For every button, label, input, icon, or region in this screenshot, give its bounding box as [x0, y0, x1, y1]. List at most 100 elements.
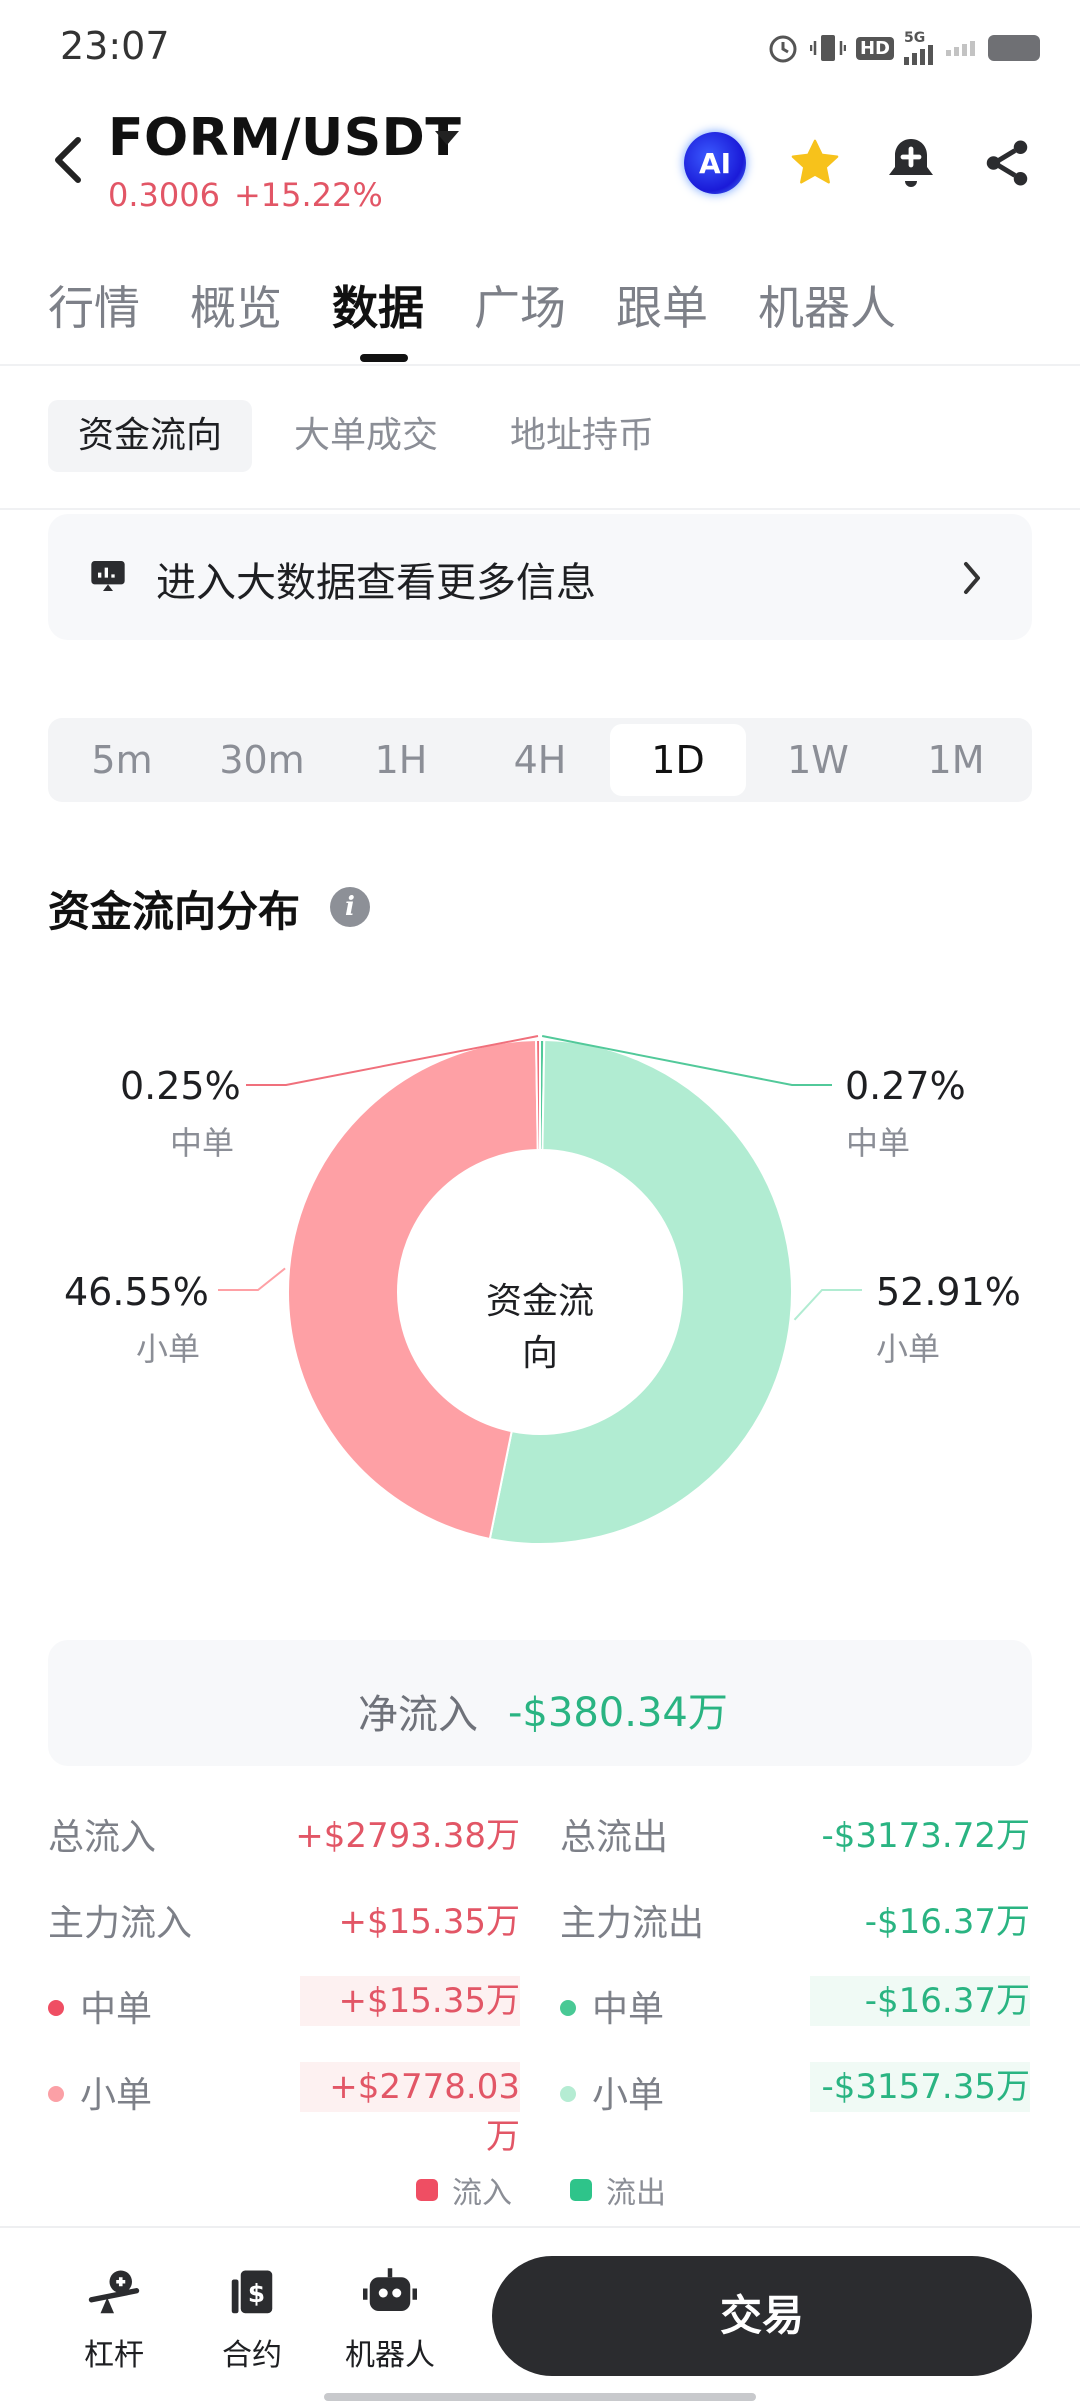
slice-label-in-small-pct: 46.55% — [64, 1270, 209, 1314]
small-outflow-label: 小单 — [592, 2075, 665, 2116]
5g-label: 5G — [904, 30, 926, 46]
subtab-fund-flow[interactable]: 资金流向 — [48, 400, 253, 472]
subtab-address-holdings[interactable]: 地址持币 — [480, 400, 684, 472]
alert-button[interactable] — [876, 128, 946, 198]
back-icon[interactable] — [48, 130, 88, 190]
nav-robot-label: 机器人 — [345, 2338, 435, 2373]
status-icons: HD 5G — [766, 28, 1040, 68]
alarm-icon — [769, 35, 797, 63]
home-indicator[interactable] — [324, 2393, 756, 2401]
net-inflow-label: 净流入 — [358, 1692, 478, 1738]
mid-inflow-label: 中单 — [80, 1989, 153, 2030]
price-line: 0.3006 +15.22% — [108, 176, 397, 214]
legend-inflow-label: 流入 — [452, 2176, 512, 2211]
slice-label-out-small-pct: 52.91% — [876, 1270, 1021, 1314]
small-outflow-label-row: 小单 — [560, 2066, 664, 2118]
svg-text:$: $ — [248, 2279, 265, 2308]
mid-outflow-label-row: 中单 — [560, 1980, 664, 2032]
legend-outflow: 流出 — [570, 2168, 666, 2212]
slice-label-out-mid-pct: 0.27% — [845, 1064, 966, 1108]
slice-label-in-small-name: 小单 — [136, 1330, 201, 1368]
nav-robot[interactable]: 机器人 — [330, 2266, 450, 2374]
contract-icon: $ — [231, 2270, 273, 2314]
mid-outflow-value: -$16.37万 — [810, 1976, 1030, 2026]
section-title: 资金流向分布 — [48, 887, 301, 936]
slice-label-out-small-name: 小单 — [876, 1330, 941, 1368]
banner-text: 进入大数据查看更多信息 — [156, 560, 596, 606]
favorite-button[interactable] — [780, 128, 850, 198]
net-inflow-value: -$380.34万 — [508, 1690, 728, 1736]
share-button[interactable] — [972, 128, 1042, 198]
chevron-right-icon — [964, 562, 980, 594]
timeframe-30m[interactable]: 30m — [194, 718, 330, 802]
info-icon[interactable]: i — [330, 887, 370, 927]
total-outflow-label: 总流出 — [560, 1817, 669, 1858]
tab-square[interactable]: 广场 — [474, 272, 566, 338]
small-outflow-dot — [560, 2086, 576, 2102]
timeframe-4h[interactable]: 4H — [472, 718, 608, 802]
legend-inflow: 流入 — [416, 2168, 512, 2212]
nav-contract[interactable]: $ 合约 — [192, 2266, 312, 2374]
tab-overview[interactable]: 概览 — [190, 272, 282, 338]
main-tabs: 行情 概览 数据 广场 跟单 机器人 — [48, 272, 946, 338]
status-time: 23:07 — [60, 24, 170, 68]
slice-label-in-mid-name: 中单 — [170, 1124, 235, 1162]
price-change: +15.22% — [233, 176, 383, 214]
subtab-large-trades[interactable]: 大单成交 — [264, 400, 468, 472]
data-screen-icon — [91, 561, 125, 591]
tab-bots[interactable]: 机器人 — [758, 272, 896, 338]
tab-data[interactable]: 数据 — [332, 272, 424, 338]
ai-button[interactable]: AI — [680, 128, 750, 198]
total-inflow-label: 总流入 — [48, 1817, 157, 1858]
nav-contract-label: 合约 — [222, 2338, 282, 2373]
donut-slice-3 — [535, 1038, 541, 1152]
last-price: 0.3006 — [108, 176, 220, 214]
ai-icon: AI — [684, 132, 746, 194]
active-tab-indicator — [360, 354, 408, 362]
nav-leverage[interactable]: 杠杆 — [54, 2266, 174, 2374]
trade-button[interactable]: 交易 — [492, 2256, 1032, 2376]
timeframe-1m[interactable]: 1M — [888, 718, 1024, 802]
timeframe-1h[interactable]: 1H — [333, 718, 469, 802]
timeframe-1w[interactable]: 1W — [750, 718, 886, 802]
small-inflow-label-row: 小单 — [48, 2066, 152, 2118]
share-icon — [986, 140, 1028, 186]
star-icon — [791, 139, 839, 184]
small-inflow-value: +$2778.03万 — [300, 2062, 520, 2157]
tab-copy-trade[interactable]: 跟单 — [616, 272, 708, 338]
hd-icon: HD — [855, 36, 894, 60]
pair-title[interactable]: FORM/USDT — [108, 108, 461, 168]
mid-inflow-dot — [48, 2000, 64, 2016]
small-inflow-dot — [48, 2086, 64, 2102]
timeframe-5m[interactable]: 5m — [54, 718, 190, 802]
nav-leverage-label: 杠杆 — [84, 2338, 144, 2373]
wifi-signal-icon — [946, 40, 978, 56]
legend-outflow-swatch — [570, 2179, 592, 2201]
total-inflow-value: +$2793.38万 — [295, 1816, 520, 1856]
robot-icon — [363, 2268, 417, 2311]
divider — [0, 508, 1080, 510]
small-outflow-value: -$3157.35万 — [810, 2062, 1030, 2112]
5g-signal-icon: 5G — [904, 31, 936, 65]
mid-outflow-dot — [560, 2000, 576, 2016]
main-inflow-value: +$15.35万 — [338, 1902, 520, 1942]
vibrate-icon — [809, 35, 846, 61]
donut-leader-1 — [793, 1289, 862, 1321]
timeframe-1d[interactable]: 1D — [610, 724, 746, 796]
mid-outflow-label: 中单 — [592, 1989, 665, 2030]
leverage-icon — [88, 2270, 140, 2314]
main-outflow-label: 主力流出 — [560, 1903, 705, 1944]
donut-leader-2 — [218, 1267, 286, 1291]
battery-icon — [988, 35, 1040, 61]
tab-market[interactable]: 行情 — [48, 272, 140, 338]
bell-add-icon — [889, 139, 933, 187]
mid-inflow-value: +$15.35万 — [300, 1976, 520, 2026]
main-inflow-label: 主力流入 — [48, 1903, 193, 1944]
small-inflow-label: 小单 — [80, 2075, 153, 2116]
legend-inflow-swatch — [416, 2179, 438, 2201]
legend-outflow-label: 流出 — [606, 2176, 666, 2211]
mid-inflow-label-row: 中单 — [48, 1980, 152, 2032]
dropdown-caret-icon[interactable] — [435, 131, 459, 145]
donut-center-label: 资金流向 — [485, 1281, 594, 1374]
total-outflow-value: -$3173.72万 — [821, 1816, 1031, 1856]
